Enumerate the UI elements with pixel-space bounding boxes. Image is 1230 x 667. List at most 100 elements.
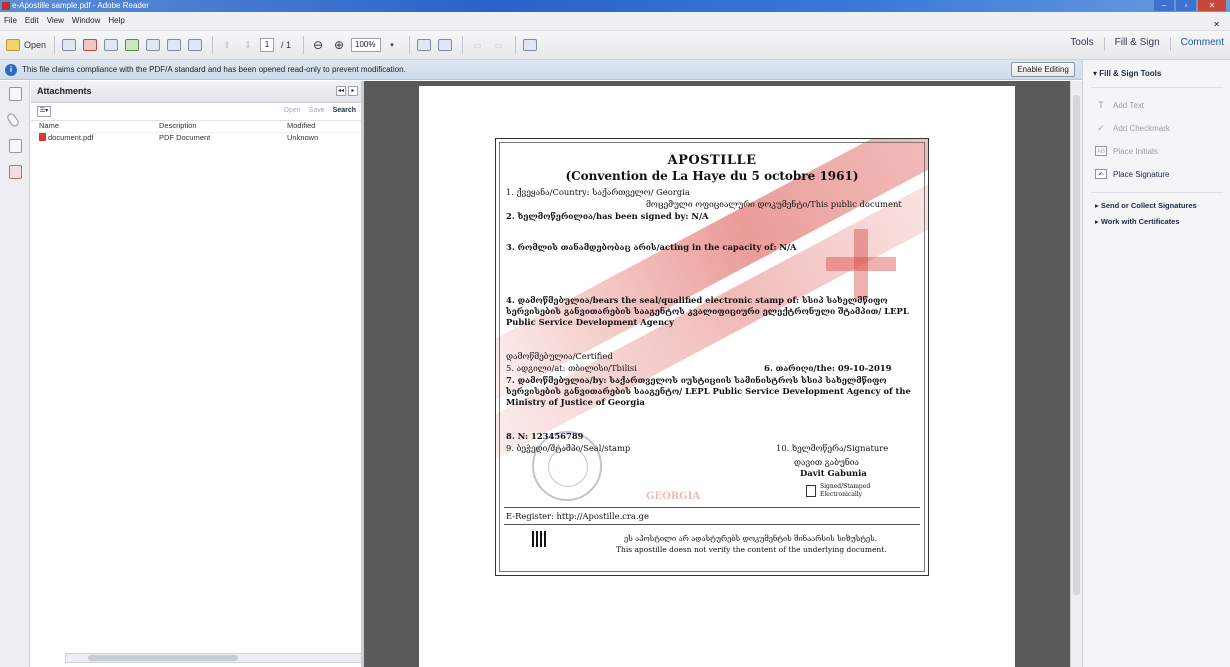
attachments-paperclip-icon[interactable]	[5, 111, 21, 129]
save-icon	[146, 39, 161, 51]
edit-icon	[104, 39, 119, 51]
export-pdf-button[interactable]	[81, 36, 99, 54]
comment-tab[interactable]: Comment	[1181, 37, 1224, 51]
pdf-file-icon	[39, 133, 46, 141]
share-button[interactable]	[123, 36, 141, 54]
work-with-certificates-section[interactable]: ▸ Work with Certificates	[1095, 217, 1180, 226]
window-titlebar: e-Apostille sample.pdf - Adobe Reader – …	[0, 0, 1230, 12]
tab-separator	[1169, 37, 1171, 51]
edit-pdf-button[interactable]	[102, 36, 120, 54]
menu-view[interactable]: View	[43, 12, 68, 29]
field-capacity: 3. რომლის თანამდებობაც არის/acting in th…	[506, 242, 797, 252]
send-collect-signatures-section[interactable]: ▸ Send or Collect Signatures	[1095, 201, 1197, 210]
place-signature-tool[interactable]: ✍ Place Signature	[1095, 169, 1169, 179]
print-icon	[167, 39, 182, 51]
field-public-document: მოცემული ოფიციალური დოკუმენტი/This publi…	[646, 199, 902, 209]
full-screen-button[interactable]	[521, 36, 539, 54]
maximize-button[interactable]: ▫	[1176, 0, 1196, 11]
close-window-button[interactable]: ✕	[1198, 0, 1226, 11]
attachment-open-button[interactable]: Open	[284, 107, 301, 114]
attachments-panel: Attachments ◂◂ ▸ ☰▾ Open Save Search Nam…	[31, 81, 389, 667]
layers-icon[interactable]	[9, 165, 22, 179]
toolbar-separator	[462, 36, 464, 54]
adobe-reader-icon	[2, 2, 10, 10]
signer-name-english: Davit Gabunia	[800, 468, 867, 478]
minimize-button[interactable]: –	[1154, 0, 1174, 11]
toolbar-separator	[303, 36, 305, 54]
viewer-vertical-scrollbar[interactable]	[1070, 81, 1082, 667]
add-text-label: Add Text	[1113, 100, 1144, 110]
menu-window[interactable]: Window	[68, 12, 104, 29]
scrollbar-thumb[interactable]	[88, 655, 238, 661]
page-number-input[interactable]: 1	[260, 38, 275, 52]
attachment-modified: Unknown	[287, 133, 319, 142]
certificate-title: APOSTILLE	[667, 153, 757, 168]
fit-page-button[interactable]	[436, 36, 454, 54]
attachment-search-button[interactable]: Search	[333, 107, 356, 114]
place-signature-label: Place Signature	[1113, 169, 1170, 179]
certificate-subtitle: (Convention de La Haye du 5 octobre 1961…	[565, 169, 859, 183]
field-seal-of: 4. დამოწმებულია/bears the seal/qualified…	[506, 295, 909, 327]
place-initials-label: Place Initials	[1113, 146, 1158, 156]
menu-edit[interactable]: Edit	[21, 12, 43, 29]
tab-separator	[1103, 37, 1105, 51]
menu-help[interactable]: Help	[104, 12, 128, 29]
collapse-panel-button[interactable]: ◂◂	[336, 86, 346, 96]
attachments-title: Attachments	[37, 86, 92, 96]
fill-sign-task-pane: ▾ Fill & Sign Tools T Add Text ✓ Add Check…	[1082, 60, 1230, 667]
column-name[interactable]: Name	[31, 121, 159, 132]
open-button[interactable]: Open	[6, 36, 46, 54]
highlight-tool-button[interactable]: ▭	[489, 36, 507, 54]
e-register-link[interactable]: E-Register: http://Apostille.cra.ge	[506, 511, 649, 522]
toolbar-separator	[212, 36, 214, 54]
column-description[interactable]: Description	[159, 121, 287, 132]
attachment-row[interactable]: document.pdf PDF Document Unknown	[31, 133, 362, 144]
print-button[interactable]	[165, 36, 183, 54]
add-checkmark-label: Add Checkmark	[1113, 123, 1170, 133]
georgia-watermark: GEORGIA	[646, 491, 701, 502]
signatures-icon[interactable]	[9, 139, 22, 153]
fit-page-icon	[438, 39, 453, 51]
add-checkmark-tool[interactable]: ✓ Add Checkmark	[1095, 123, 1170, 133]
task-pane-tabs: Tools Fill & Sign Comment	[1070, 37, 1224, 51]
column-modified[interactable]: Modified	[287, 121, 347, 132]
email-button[interactable]	[186, 36, 204, 54]
zoom-out-button[interactable]: ⊖	[309, 36, 327, 54]
options-menu-button[interactable]: ☰▾	[37, 106, 51, 117]
tools-tab[interactable]: Tools	[1070, 37, 1093, 51]
panel-divider	[1091, 192, 1223, 193]
window-title: e-Apostille sample.pdf - Adobe Reader	[12, 1, 149, 10]
scrollbar-thumb[interactable]	[1073, 95, 1080, 595]
attachment-save-button[interactable]: Save	[309, 107, 325, 114]
share-icon	[125, 39, 140, 51]
place-initials-tool[interactable]: AB Place Initials	[1095, 146, 1158, 156]
panel-menu-button[interactable]: ▸	[348, 86, 358, 96]
zoom-in-button[interactable]: ⊕	[330, 36, 348, 54]
export-icon	[83, 39, 98, 51]
panel-controls: ◂◂ ▸	[336, 86, 358, 96]
field-signed-by: 2. ხელმოწერილია/has been signed by: N/A	[506, 211, 709, 221]
attachments-horizontal-scrollbar[interactable]	[65, 653, 389, 663]
fill-sign-tab[interactable]: Fill & Sign	[1115, 37, 1160, 51]
fill-sign-tools-header[interactable]: ▾ Fill & Sign Tools	[1083, 60, 1230, 87]
enable-editing-button[interactable]: Enable Editing	[1011, 62, 1075, 77]
fit-width-button[interactable]	[415, 36, 433, 54]
zoom-dropdown-icon[interactable]: ▾	[383, 36, 401, 54]
save-button[interactable]	[144, 36, 162, 54]
open-label: Open	[24, 40, 47, 50]
comment-tool-button[interactable]: ▭	[468, 36, 486, 54]
previous-page-button[interactable]: ⇧	[218, 36, 236, 54]
next-page-button[interactable]: ⇩	[239, 36, 257, 54]
field-date: 6. თარიღი/the: 09-10-2019	[764, 363, 892, 373]
create-pdf-button[interactable]	[60, 36, 78, 54]
menu-file[interactable]: File	[0, 12, 21, 29]
qr-code	[532, 531, 548, 547]
attachments-column-headers: Name Description Modified	[31, 121, 362, 133]
footer-georgian: ეს აპოსტილი არ ადასტურებს დოკუმენტის შინ…	[624, 534, 878, 543]
zoom-level-field[interactable]: 100%	[351, 38, 382, 52]
add-text-tool[interactable]: T Add Text	[1095, 100, 1144, 110]
pdfa-info-bar: i This file claims compliance with the P…	[0, 60, 1230, 80]
field-place: 5. ადგილი/at: თბილისი/Tbilisi	[506, 363, 637, 373]
toolbar-separator	[409, 36, 411, 54]
page-thumbnails-icon[interactable]	[9, 87, 22, 101]
